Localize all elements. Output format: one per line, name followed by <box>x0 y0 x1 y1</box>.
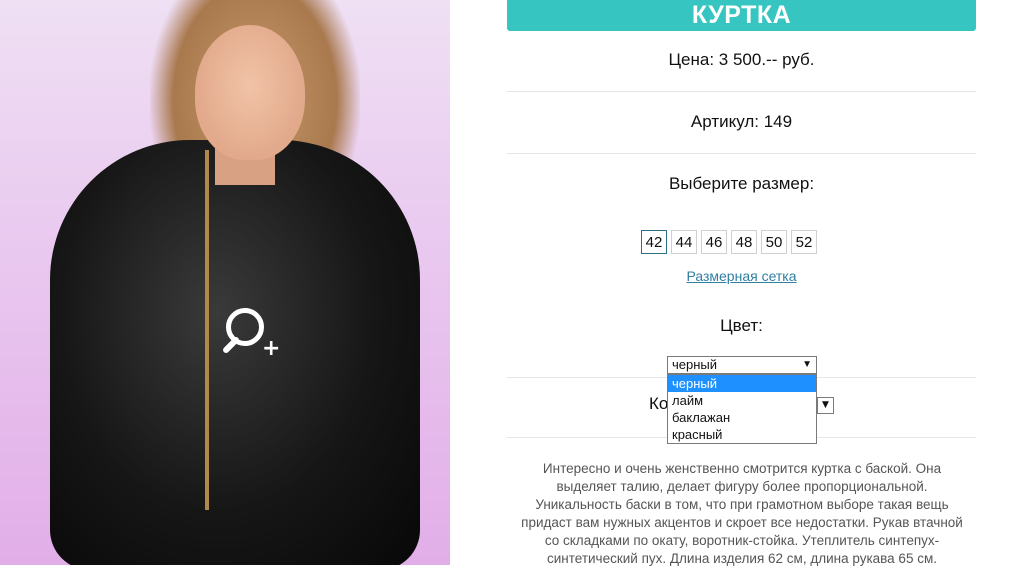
color-option[interactable]: черный <box>668 375 816 392</box>
chevron-down-icon: ▼ <box>822 400 829 410</box>
sku-text: Артикул: 149 <box>690 112 793 131</box>
product-photo[interactable]: + <box>0 0 450 565</box>
color-option[interactable]: баклажан <box>668 409 816 426</box>
product-title: КУРТКА <box>507 0 976 31</box>
size-option[interactable]: 44 <box>671 230 697 254</box>
divider <box>507 91 976 92</box>
size-option[interactable]: 42 <box>641 230 667 254</box>
size-option[interactable]: 48 <box>731 230 757 254</box>
size-chart-link[interactable]: Размерная сетка <box>507 268 976 284</box>
photo-face <box>195 25 305 160</box>
color-select-value: черный <box>672 357 718 372</box>
quantity-select[interactable]: ▼ <box>817 397 834 414</box>
color-label: Цвет: <box>720 316 763 335</box>
color-dropdown-list: черный лайм баклажан красный <box>667 374 817 444</box>
size-label: Выберите размер: <box>668 174 815 193</box>
color-option[interactable]: лайм <box>668 392 816 409</box>
color-select[interactable]: черный ▼ <box>667 356 817 374</box>
size-option[interactable]: 52 <box>791 230 817 254</box>
chevron-down-icon: ▼ <box>802 359 812 370</box>
size-option[interactable]: 46 <box>701 230 727 254</box>
zoom-in-icon[interactable]: + <box>218 308 288 368</box>
photo-zipper <box>205 150 209 510</box>
product-description: Интересно и очень женственно смотрится к… <box>521 461 963 566</box>
size-selector: 42 44 46 48 50 52 <box>641 230 817 254</box>
size-option[interactable]: 50 <box>761 230 787 254</box>
divider <box>507 153 976 154</box>
color-option[interactable]: красный <box>668 426 816 443</box>
price-text: Цена: 3 500.-- руб. <box>668 50 815 69</box>
